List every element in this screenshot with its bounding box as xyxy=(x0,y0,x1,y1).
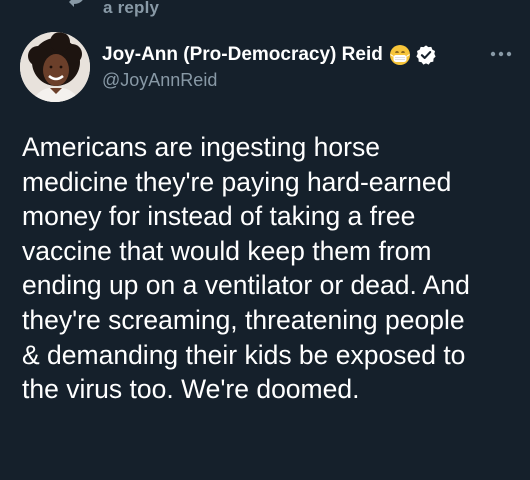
reply-context-label[interactable]: a reply xyxy=(103,0,159,18)
tweet-card: a reply Joy-Ann (Pro-Democracy) Reid @Jo… xyxy=(0,0,530,480)
author-handle[interactable]: @JoyAnnReid xyxy=(102,70,437,91)
more-options-button[interactable] xyxy=(488,44,514,64)
avatar-image xyxy=(20,32,90,102)
tweet-line: ending up on a ventilator or dead. And xyxy=(22,270,470,301)
verified-badge-icon xyxy=(416,45,436,65)
tweet-line: Americans are ingesting horse xyxy=(22,132,380,162)
reply-arrow-icon xyxy=(69,0,83,7)
tweet-line: medicine they're paying hard-earned xyxy=(22,166,452,197)
tweet-line: vaccine that would keep them from xyxy=(22,235,432,266)
tweet-line: they're screaming, threatening people xyxy=(22,304,465,335)
more-options-icon xyxy=(490,51,512,57)
tweet-line: & demanding their kids be exposed to xyxy=(22,339,466,370)
display-name[interactable]: Joy-Ann (Pro-Democracy) Reid xyxy=(102,44,383,66)
author-info: Joy-Ann (Pro-Democracy) Reid @JoyAnnReid xyxy=(102,42,437,91)
tweet-line: the virus too. We're doomed. xyxy=(22,374,360,405)
face-with-medical-mask-icon xyxy=(389,45,410,65)
tweet-line: money for instead of taking a free xyxy=(22,201,416,232)
avatar[interactable] xyxy=(20,32,90,102)
tweet-header: Joy-Ann (Pro-Democracy) Reid @JoyAnnReid xyxy=(20,30,530,106)
tweet-text: Americans are ingesting horse medicine t… xyxy=(22,130,522,407)
display-name-row: Joy-Ann (Pro-Democracy) Reid xyxy=(102,42,437,68)
